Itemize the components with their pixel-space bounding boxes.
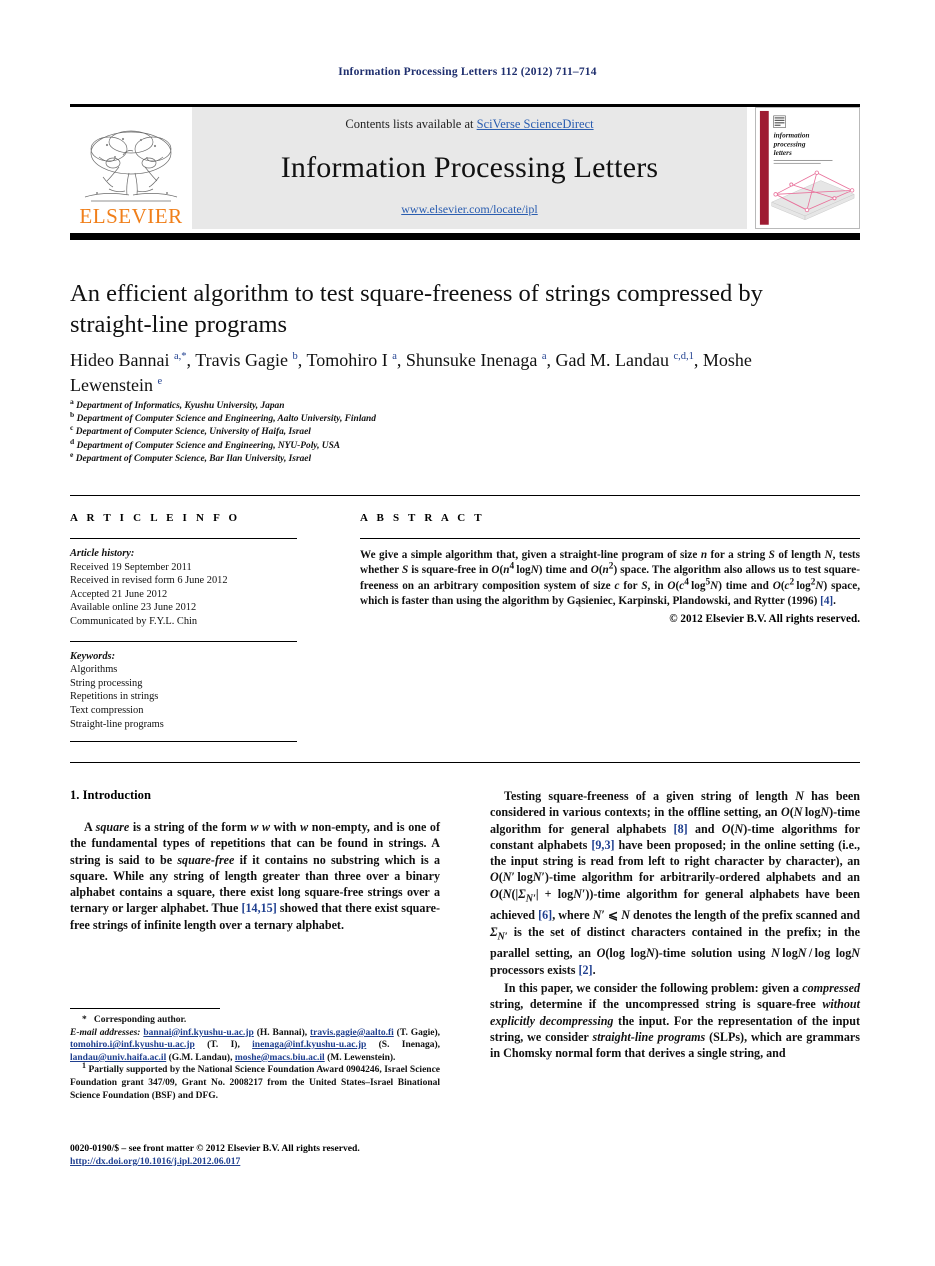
paragraph: A square is a string of the form w w wit… (70, 820, 440, 932)
paper-page: Information Processing Letters 112 (2012… (0, 0, 935, 1266)
affiliation-item: b Department of Computer Science and Eng… (70, 410, 770, 426)
email-owner: (M. Lewenstein) (327, 1052, 394, 1063)
keyword-item: Repetitions in strings (70, 691, 159, 703)
article-info-heading: A R T I C L E I N F O (70, 512, 241, 524)
affiliation-mark: c (70, 423, 74, 433)
keywords-top-rule (70, 640, 297, 642)
history-item: Communicated by F.Y.L. Chin (70, 615, 198, 627)
elsevier-logo: ELSEVIER (70, 107, 192, 229)
email-link[interactable]: inenaga@inf.kyushu-u.ac.jp (252, 1040, 366, 1050)
journal-url-link[interactable]: www.elsevier.com/locate/ipl (401, 202, 538, 217)
body-column-right: Testing square-freeness of a given strin… (490, 788, 860, 1064)
keywords-label: Keywords: (70, 650, 116, 662)
paragraph: In this paper, we consider the following… (490, 981, 860, 1061)
email-owner: (H. Bannai) (256, 1027, 305, 1038)
corresponding-author-text: Corresponding author. (93, 1015, 187, 1025)
journal-masthead: ELSEVIER Contents lists available at Sci… (70, 107, 860, 229)
page-title: An efficient algorithm to test square-fr… (70, 280, 763, 338)
paragraph: Testing square-freeness of a given strin… (490, 789, 861, 977)
affiliation-text: Department of Computer Science and Engin… (76, 414, 376, 425)
affiliation-text: Department of Computer Science and Engin… (76, 440, 341, 451)
affiliation-item: d Department of Computer Science and Eng… (70, 437, 770, 453)
doi-link[interactable]: http://dx.doi.org/10.1016/j.ipl.2012.06.… (70, 1156, 240, 1167)
email-owner: (S. Inenaga) (378, 1040, 438, 1051)
email-owner: (T. I) (207, 1040, 238, 1051)
article-history-label: Article history: (70, 548, 135, 559)
abstract-copyright: © 2012 Elsevier B.V. All rights reserved… (669, 613, 860, 626)
author-list: Hideo Bannai a,*, Travis Gagie b, Tomohi… (70, 350, 752, 395)
affiliation-list: a Department of Informatics, Kyushu Univ… (70, 396, 770, 466)
affiliation-item: a Department of Informatics, Kyushu Univ… (70, 396, 770, 413)
body-column-left: 1. Introduction A square is a string of … (70, 788, 440, 935)
cover-art: information processing letters (756, 108, 859, 228)
keywords-bottom-rule (70, 741, 297, 743)
elsevier-wordmark: ELSEVIER (79, 204, 183, 228)
email-addresses-note: E-mail addresses: bannai@inf.kyushu-u.ac… (70, 1027, 441, 1063)
affiliation-mark: b (70, 410, 75, 420)
grant-note-mark: 1 (82, 1061, 86, 1071)
keyword-item: Text compression (70, 704, 144, 716)
footer-issn-block: 0020-0190/$ – see front matter © 2012 El… (70, 1142, 520, 1168)
contents-lists-line: Contents lists available at SciVerse Sci… (345, 117, 593, 132)
affiliation-item: e Department of Computer Science, Bar Il… (70, 449, 770, 466)
footnote-block: * Corresponding author. E-mail addresses… (70, 1014, 440, 1102)
email-owner: (G.M. Landau) (168, 1052, 231, 1063)
article-info-rule (70, 538, 297, 539)
journal-title: Information Processing Letters (280, 151, 659, 184)
affiliation-mark: e (70, 449, 74, 459)
keywords-block: Keywords: Algorithms String processing R… (70, 650, 297, 732)
history-item: Received in revised form 6 June 2012 (70, 575, 228, 587)
abstract-column: A B S T R A C T We give a simple algorit… (360, 512, 860, 625)
email-link[interactable]: travis.gagie@aalto.fi (310, 1028, 394, 1038)
article-info-column: A R T I C L E I N F O Article history: R… (70, 512, 297, 743)
svg-text:processing: processing (773, 140, 806, 148)
email-link[interactable]: moshe@macs.biu.ac.il (235, 1053, 325, 1063)
keyword-item: Algorithms (70, 664, 118, 676)
contents-prefix: Contents lists available at (345, 117, 477, 131)
history-item: Available online 23 June 2012 (70, 602, 197, 614)
email-label: E-mail addresses: (70, 1027, 141, 1038)
affiliation-mark: a (70, 396, 74, 406)
keyword-item: Straight-line programs (70, 718, 164, 730)
history-item: Accepted 21 June 2012 (70, 588, 168, 600)
email-link[interactable]: bannai@inf.kyushu-u.ac.jp (143, 1028, 253, 1038)
grant-note: 1 Partially supported by the National Sc… (70, 1061, 441, 1102)
asterisk-icon: * (82, 1015, 87, 1025)
abstract-heading: A B S T R A C T (360, 512, 485, 524)
masthead-bottom-rule (70, 233, 860, 240)
elsevier-tree-icon (84, 130, 178, 202)
svg-text:information: information (774, 131, 810, 139)
keyword-item: String processing (70, 677, 143, 689)
affiliation-text: Department of Computer Science, Bar Ilan… (75, 453, 312, 464)
email-link[interactable]: tomohiro.i@inf.kyushu-u.ac.jp (70, 1040, 195, 1050)
grant-note-text: Partially supported by the National Scie… (70, 1065, 441, 1101)
history-item: Received 19 September 2011 (70, 561, 192, 573)
abstract-rule (360, 538, 860, 539)
footnote-rule (70, 1008, 220, 1009)
running-head: Information Processing Letters 112 (2012… (338, 66, 597, 78)
affiliation-text: Department of Informatics, Kyushu Univer… (76, 401, 285, 411)
affiliation-text: Department of Computer Science, Universi… (75, 427, 311, 438)
info-band-bottom-rule (70, 762, 860, 763)
issn-line: 0020-0190/$ – see front matter © 2012 El… (70, 1143, 360, 1154)
affiliation-item: c Department of Computer Science, Univer… (70, 423, 770, 439)
journal-cover-thumbnail: information processing letters (755, 107, 860, 229)
sciencedirect-link[interactable]: SciVerse ScienceDirect (477, 117, 594, 131)
info-band-top-rule (70, 495, 860, 496)
journal-banner: Contents lists available at SciVerse Sci… (192, 107, 747, 229)
email-owner: (T. Gagie) (396, 1027, 438, 1038)
corresponding-author-note: * Corresponding author. (70, 1014, 440, 1027)
svg-text:letters: letters (774, 149, 792, 157)
section-heading-introduction: 1. Introduction (70, 788, 151, 802)
affiliation-mark: d (70, 436, 75, 446)
article-history: Article history: Received 19 September 2… (70, 547, 297, 629)
abstract-body: We give a simple algorithm that, given a… (360, 549, 860, 607)
